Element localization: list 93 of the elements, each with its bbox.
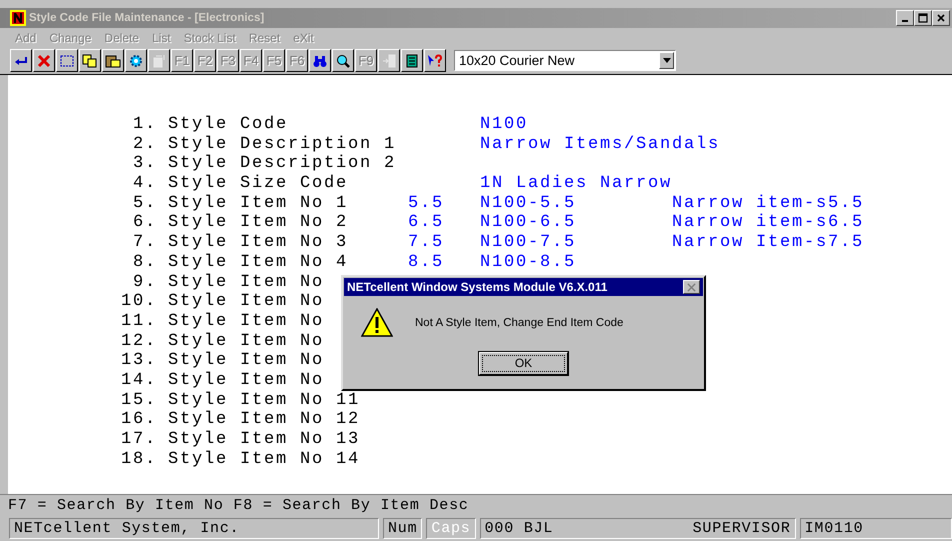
- status-text: SUPERVISOR: [692, 520, 791, 536]
- status-indicator: Caps: [426, 518, 476, 538]
- close-button[interactable]: [683, 280, 700, 294]
- copy-tool-button[interactable]: [79, 49, 101, 72]
- field-number: 17.: [120, 430, 157, 449]
- magnifier-tool-button[interactable]: [332, 49, 354, 72]
- field-value: Narrow item-s6.5: [672, 213, 864, 232]
- status-panel: NETcellent System, Inc.: [9, 518, 379, 538]
- field-label: Style Item No: [168, 272, 324, 292]
- paste-tool-button[interactable]: [102, 49, 124, 72]
- field-label: Style Item No: [168, 370, 324, 390]
- help-tool-button[interactable]: [424, 49, 446, 72]
- field-label: Style Item No: [168, 312, 324, 331]
- field-label: Style Item No: [168, 332, 324, 351]
- dialog-title: NETcellent Window Systems Module V6.X.011: [347, 280, 608, 294]
- maximize-button[interactable]: [914, 10, 932, 26]
- window-title: Style Code File Maintenance - [Electronics]: [29, 12, 266, 24]
- field-value: 6.5: [408, 213, 444, 232]
- field-label: Style Item No 11: [168, 390, 360, 410]
- field-number: 15.: [120, 390, 157, 410]
- field-label: Style Item No 13: [168, 430, 360, 449]
- binoculars-tool-button[interactable]: [309, 49, 331, 72]
- minimize-button[interactable]: [896, 10, 914, 26]
- x-icon: [36, 52, 52, 68]
- search-icon: [335, 52, 351, 68]
- status-panel: IM0110: [800, 518, 952, 538]
- field-number: 8.: [132, 252, 157, 272]
- field-label: Style Size Code: [168, 174, 348, 194]
- field-number: 9.: [132, 272, 157, 292]
- field-value: Narrow item-s5.5: [672, 194, 864, 213]
- help-icon: [427, 52, 443, 68]
- close-icon: [687, 282, 696, 292]
- field-label: Style Item No: [168, 351, 324, 370]
- gear-tool-button[interactable]: [125, 49, 147, 72]
- field-value: N100-8.5: [480, 252, 576, 272]
- field-value: N100-7.5: [480, 233, 576, 252]
- minimize-icon: [902, 20, 908, 22]
- field-number: 12.: [120, 332, 157, 351]
- select-tool-button[interactable]: [56, 49, 78, 72]
- field-label: Style Item No 4: [168, 252, 348, 272]
- field-number: 4.: [132, 174, 157, 194]
- field-value: N100: [480, 115, 528, 134]
- field-value: Narrow Item-s7.5: [672, 233, 864, 252]
- maximize-icon: [918, 13, 928, 23]
- close-icon: [936, 13, 946, 23]
- dialog-message: Not A Style Item, Change End Item Code: [415, 317, 624, 329]
- cancel-tool-button[interactable]: [33, 49, 55, 72]
- warning-icon: [361, 308, 393, 338]
- document-icon: [151, 52, 167, 68]
- field-value: N100-6.5: [480, 213, 576, 232]
- field-number: 14.: [120, 370, 157, 390]
- field-number: 10.: [120, 292, 157, 312]
- status-indicator: Num: [383, 518, 422, 538]
- field-value: 7.5: [408, 233, 444, 252]
- field-value: 8.5: [408, 252, 444, 272]
- field-number: 16.: [120, 410, 157, 430]
- door-icon: [381, 52, 397, 68]
- field-value: 5.5: [408, 194, 444, 213]
- field-label: Style Description 2: [168, 154, 396, 174]
- gear-icon: [128, 52, 144, 68]
- field-value: Narrow Items/Sandals: [480, 134, 720, 154]
- close-button[interactable]: [932, 10, 950, 26]
- copy-icon: [82, 52, 98, 68]
- field-label: Style Item No 1: [168, 194, 348, 213]
- field-label: Style Item No: [168, 292, 324, 312]
- field-number: 11.: [120, 312, 157, 331]
- paste-icon: [105, 52, 121, 68]
- field-label: Style Item No 12: [168, 410, 360, 430]
- field-value: 1N Ladies Narrow: [480, 174, 672, 194]
- dotted-rectangle-icon: [59, 52, 75, 68]
- shortcut-hint: F7 = Search By Item No F8 = Search By Item Desc: [8, 496, 469, 514]
- field-number: 3.: [132, 154, 157, 174]
- app-logo-icon: [10, 10, 26, 26]
- status-text: 000 BJL: [484, 520, 554, 536]
- list-icon: [404, 52, 420, 68]
- field-number: 5.: [132, 194, 157, 213]
- list-tool-button[interactable]: [401, 49, 423, 72]
- field-number: 6.: [132, 213, 157, 232]
- field-value: N100-5.5: [480, 194, 576, 213]
- field-label: Style Item No 14: [168, 450, 360, 469]
- field-number: 2.: [132, 134, 157, 154]
- dropdown-arrow-icon: [662, 58, 670, 63]
- enter-tool-button[interactable]: [10, 49, 32, 72]
- field-number: 1.: [132, 115, 157, 134]
- field-label: Style Code: [168, 115, 288, 134]
- field-number: 13.: [120, 351, 157, 370]
- field-number: 18.: [120, 450, 157, 469]
- font-select[interactable]: 10x20 Courier New: [454, 50, 676, 71]
- field-number: 7.: [132, 233, 157, 252]
- field-label: Style Description 1: [168, 134, 396, 154]
- field-label: Style Item No 3: [168, 233, 348, 252]
- ok-button[interactable]: OK: [479, 352, 568, 375]
- field-label: Style Item No 2: [168, 213, 348, 232]
